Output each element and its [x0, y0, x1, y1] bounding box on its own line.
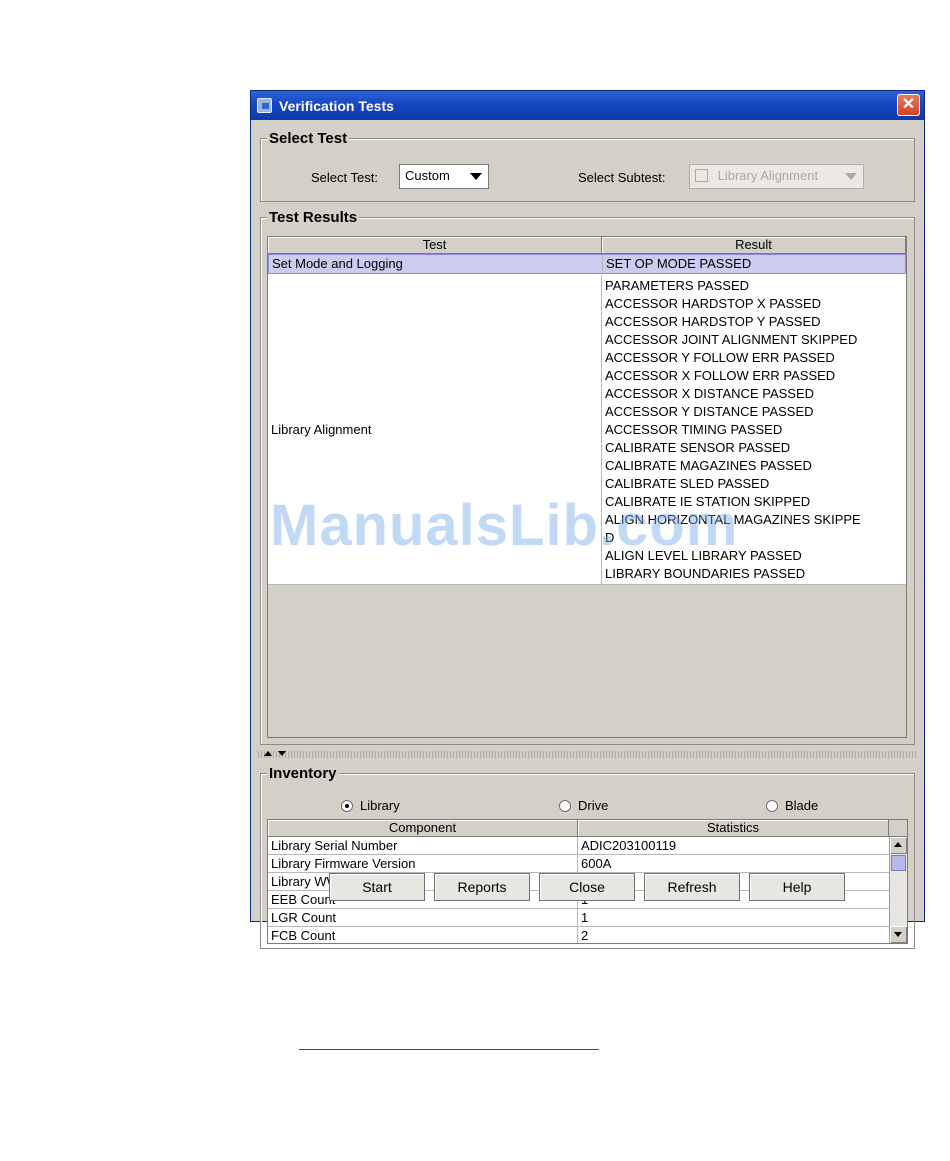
arrow-up-icon	[894, 842, 902, 847]
radio-drive[interactable]: Drive	[559, 798, 608, 813]
title-bar[interactable]: Verification Tests ✕	[251, 91, 924, 120]
result-line: CALIBRATE MAGAZINES PASSED	[605, 458, 812, 473]
window-title: Verification Tests	[279, 98, 394, 114]
component-cell: Library Firmware Version	[268, 855, 578, 872]
arrow-down-icon	[894, 932, 902, 937]
result-line: ACCESSOR HARDSTOP Y PASSED	[605, 314, 821, 329]
test-results-table: Test Result Set Mode and Logging SET OP …	[267, 236, 907, 738]
chevron-down-icon[interactable]	[278, 751, 286, 756]
column-header-test[interactable]: Test	[268, 237, 602, 253]
test-results-header: Test Result	[268, 237, 906, 254]
window-client: Select Test Select Test: Custom Select S…	[252, 120, 923, 949]
result-cell: SET OP MODE PASSED	[606, 256, 752, 271]
radio-library[interactable]: Library	[341, 798, 400, 813]
select-test-group: Select Test Select Test: Custom Select S…	[260, 130, 915, 202]
scroll-down-button[interactable]	[890, 926, 907, 943]
test-name-cell: Set Mode and Logging	[269, 255, 603, 273]
inventory-group: Inventory Library Drive Blade Component …	[260, 765, 915, 949]
close-button[interactable]: Close	[539, 873, 635, 901]
app-icon	[257, 98, 272, 113]
column-header-result[interactable]: Result	[602, 237, 906, 253]
result-line: ACCESSOR X FOLLOW ERR PASSED	[605, 368, 836, 383]
table-row[interactable]: LGR Count 1	[268, 909, 889, 927]
component-cell: Library Serial Number	[268, 837, 578, 854]
test-results-group: Test Results Test Result Set Mode and Lo…	[260, 209, 915, 745]
result-line: D	[605, 530, 615, 545]
result-line: ALIGN HORIZONTAL MAGAZINES SKIPPE	[605, 512, 861, 527]
refresh-button[interactable]: Refresh	[644, 873, 740, 901]
close-icon: ✕	[901, 96, 916, 113]
table-empty-area	[268, 585, 906, 737]
checkbox-icon	[695, 169, 708, 182]
table-row[interactable]: Library Firmware Version 600A	[268, 855, 889, 873]
chevron-down-icon	[470, 173, 482, 180]
select-test-value: Custom	[405, 168, 450, 183]
result-line: ACCESSOR Y FOLLOW ERR PASSED	[605, 350, 835, 365]
reports-button[interactable]: Reports	[434, 873, 530, 901]
scroll-thumb[interactable]	[891, 855, 906, 871]
select-test-label: Select Test:	[311, 170, 378, 185]
verification-tests-window: Verification Tests ✕ Select Test Select …	[250, 90, 925, 949]
statistics-cell: 600A	[581, 856, 612, 871]
statistics-cell: ADIC203100119	[581, 838, 677, 853]
result-line: ACCESSOR TIMING PASSED	[605, 422, 783, 437]
radio-label: Drive	[578, 798, 609, 813]
split-pane-divider[interactable]	[258, 751, 917, 758]
component-cell: LGR Count	[268, 909, 578, 926]
select-subtest-label: Select Subtest:	[578, 170, 666, 185]
result-line: CALIBRATE IE STATION SKIPPED	[605, 494, 811, 509]
result-line: LIBRARY BOUNDARIES PASSED	[605, 566, 806, 581]
link-underline[interactable]	[299, 1049, 599, 1050]
result-line: ACCESSOR Y DISTANCE PASSED	[605, 404, 814, 419]
radio-unselected-icon	[559, 800, 571, 812]
component-cell: FCB Count	[268, 927, 578, 943]
table-row[interactable]: Library Serial Number ADIC203100119	[268, 837, 889, 855]
table-row[interactable]: FCB Count 2	[268, 927, 889, 943]
help-button[interactable]: Help	[749, 873, 845, 901]
close-window-button[interactable]: ✕	[897, 94, 920, 116]
result-cell-list: PARAMETERS PASSED ACCESSOR HARDSTOP X PA…	[602, 275, 906, 584]
test-results-title: Test Results	[267, 209, 360, 226]
select-subtest-combo[interactable]: Library Alignment	[689, 164, 864, 189]
select-test-combo[interactable]: Custom	[399, 164, 489, 189]
radio-blade[interactable]: Blade	[766, 798, 818, 813]
result-line: CALIBRATE SLED PASSED	[605, 476, 770, 491]
result-line: CALIBRATE SENSOR PASSED	[605, 440, 791, 455]
result-line: PARAMETERS PASSED	[605, 278, 749, 293]
statistics-cell: 1	[581, 910, 589, 925]
start-button[interactable]: Start	[329, 873, 425, 901]
select-test-title: Select Test	[267, 130, 350, 147]
scroll-up-button[interactable]	[890, 837, 907, 854]
column-header-component[interactable]: Component	[268, 820, 578, 836]
chevron-up-icon[interactable]	[264, 751, 272, 756]
result-line: ACCESSOR HARDSTOP X PASSED	[605, 296, 822, 311]
inventory-title: Inventory	[267, 765, 339, 782]
result-line: ACCESSOR X DISTANCE PASSED	[605, 386, 815, 401]
table-row-library-alignment[interactable]: Library Alignment PARAMETERS PASSED ACCE…	[268, 275, 906, 585]
radio-label: Library	[360, 798, 400, 813]
inventory-header: Component Statistics	[268, 820, 907, 837]
inventory-scrollbar[interactable]	[889, 837, 907, 943]
select-subtest-value: Library Alignment	[717, 168, 819, 183]
column-header-statistics[interactable]: Statistics	[578, 820, 889, 836]
radio-label: Blade	[785, 798, 819, 813]
statistics-cell: 2	[581, 928, 589, 943]
radio-selected-icon	[341, 800, 353, 812]
result-line: ALIGN LEVEL LIBRARY PASSED	[605, 548, 802, 563]
radio-unselected-icon	[766, 800, 778, 812]
test-name-cell: Library Alignment	[268, 275, 602, 584]
result-line: ACCESSOR JOINT ALIGNMENT SKIPPED	[605, 332, 858, 347]
chevron-down-icon	[845, 173, 857, 180]
table-row-set-mode[interactable]: Set Mode and Logging SET OP MODE PASSED	[268, 254, 906, 274]
